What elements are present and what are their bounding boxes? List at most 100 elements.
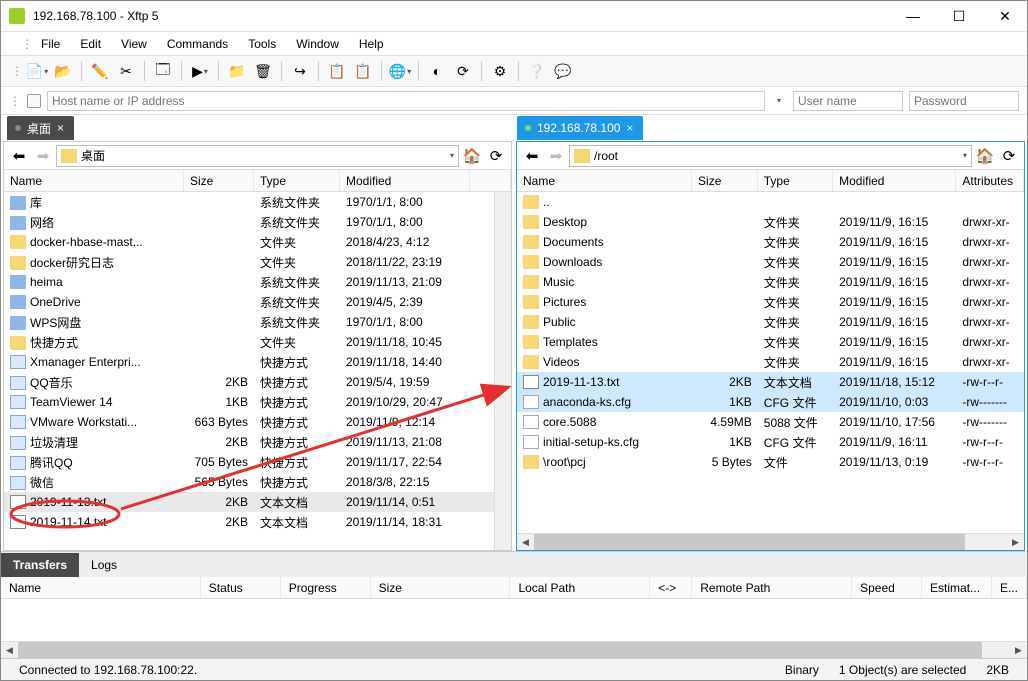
file-row[interactable]: Downloads文件夹2019/11/9, 16:15drwxr-xr- [517,252,1024,272]
file-row[interactable]: 2019-11-14.txt2KB文本文档2019/11/14, 18:31 [4,512,494,532]
file-row[interactable]: 库系统文件夹1970/1/1, 8:00 [4,192,494,212]
tab-close-icon[interactable]: × [57,121,64,135]
menu-file[interactable]: File [33,35,68,53]
col-name[interactable]: Name [1,577,201,598]
scrollbar-horizontal[interactable]: ◀▶ [1,641,1027,658]
file-row[interactable]: docker研究日志文件夹2018/11/22, 23:19 [4,252,494,272]
delete-button[interactable]: 🗑 [251,59,275,83]
file-row[interactable]: 快捷方式文件夹2019/11/18, 10:45 [4,332,494,352]
col-modified[interactable]: Modified [833,170,956,191]
remote-file-list[interactable]: ..Desktop文件夹2019/11/9, 16:15drwxr-xr-Doc… [517,192,1024,533]
tab-remote[interactable]: 192.168.78.100 × [517,116,643,140]
new-session-button[interactable]: 📄 [25,59,49,83]
file-row[interactable]: Xmanager Enterpri...快捷方式2019/11/18, 14:4… [4,352,494,372]
file-row[interactable]: 2019-11-13.txt2KB文本文档2019/11/18, 15:12-r… [517,372,1024,392]
file-row[interactable]: Videos文件夹2019/11/9, 16:15drwxr-xr- [517,352,1024,372]
new-folder-button[interactable]: 📁 [225,59,249,83]
file-row[interactable]: QQ音乐2KB快捷方式2019/5/4, 19:59 [4,372,494,392]
file-row[interactable]: 2019-11-13.txt2KB文本文档2019/11/14, 0:51 [4,492,494,512]
scrollbar-vertical[interactable] [494,192,511,550]
menu-help[interactable]: Help [351,35,392,53]
col-estimate[interactable]: Estimat... [922,577,992,598]
menu-window[interactable]: Window [288,35,347,53]
file-row[interactable]: initial-setup-ks.cfg1KBCFG 文件2019/11/9, … [517,432,1024,452]
file-row[interactable]: Desktop文件夹2019/11/9, 16:15drwxr-xr- [517,212,1024,232]
tab-logs[interactable]: Logs [79,553,129,577]
refresh-button[interactable]: ⟳ [485,145,507,167]
file-row[interactable]: anaconda-ks.cfg1KBCFG 文件2019/11/10, 0:03… [517,392,1024,412]
open-button[interactable]: 📂 [51,59,75,83]
file-row[interactable]: Pictures文件夹2019/11/9, 16:15drwxr-xr- [517,292,1024,312]
file-row[interactable]: 网络系统文件夹1970/1/1, 8:00 [4,212,494,232]
forward-button[interactable]: ➡ [545,145,567,167]
file-row[interactable]: WPS网盘系统文件夹1970/1/1, 8:00 [4,312,494,332]
file-row[interactable]: VMware Workstati...663 Bytes快捷方式2019/11/… [4,412,494,432]
file-row[interactable]: 垃圾清理2KB快捷方式2019/11/13, 21:08 [4,432,494,452]
reconnect-button[interactable]: ✏️ [88,59,112,83]
about-button[interactable]: 💬 [551,59,575,83]
dropdown-icon[interactable]: ▾ [450,151,454,160]
refresh-button[interactable]: ⟳ [998,145,1020,167]
col-remotepath[interactable]: Remote Path [692,577,852,598]
transfers-body[interactable] [1,599,1027,641]
menu-view[interactable]: View [113,35,155,53]
host-input[interactable] [47,91,765,111]
options-button[interactable]: ⚙ [488,59,512,83]
up-button[interactable]: 🏠 [974,145,996,167]
file-row[interactable]: Templates文件夹2019/11/9, 16:15drwxr-xr- [517,332,1024,352]
file-row[interactable]: TeamViewer 141KB快捷方式2019/10/29, 20:47 [4,392,494,412]
file-row[interactable]: .. [517,192,1024,212]
tab-local[interactable]: 桌面 × [7,116,74,140]
file-row[interactable]: heima系统文件夹2019/11/13, 21:09 [4,272,494,292]
paste-button[interactable]: 📋 [351,59,375,83]
sync-button[interactable]: ⟳ [451,59,475,83]
remote-path-box[interactable]: /root ▾ [569,145,972,167]
col-modified[interactable]: Modified [340,170,470,191]
copy-button[interactable]: 📋 [325,59,349,83]
dropdown-icon[interactable]: ▾ [963,151,967,160]
local-path-box[interactable]: 桌面 ▾ [56,145,459,167]
disconnect-button[interactable]: ✂ [114,59,138,83]
menu-edit[interactable]: Edit [72,35,109,53]
back-button[interactable]: ⬅ [8,145,30,167]
file-row[interactable]: core.50884.59MB5088 文件2019/11/10, 17:56-… [517,412,1024,432]
col-name[interactable]: Name [517,170,692,191]
col-type[interactable]: Type [758,170,833,191]
col-elapsed[interactable]: E... [992,577,1027,598]
tab-transfers[interactable]: Transfers [1,553,79,577]
file-row[interactable]: 微信565 Bytes快捷方式2018/3/8, 22:15 [4,472,494,492]
file-row[interactable]: Public文件夹2019/11/9, 16:15drwxr-xr- [517,312,1024,332]
scrollbar-horizontal[interactable]: ◀▶ [517,533,1024,550]
col-size[interactable]: Size [184,170,254,191]
col-attributes[interactable]: Attributes [956,170,1024,191]
file-row[interactable]: docker-hbase-mast...文件夹2018/4/23, 4:12 [4,232,494,252]
minimize-button[interactable]: — [899,8,927,25]
close-button[interactable]: ✕ [991,8,1019,25]
file-row[interactable]: OneDrive系统文件夹2019/4/5, 2:39 [4,292,494,312]
col-speed[interactable]: Speed [852,577,922,598]
transfer-button[interactable]: ▶ [188,59,212,83]
col-localpath[interactable]: Local Path [510,577,650,598]
password-input[interactable] [909,91,1019,111]
maximize-button[interactable]: ☐ [945,8,973,25]
forward-button[interactable]: ➡ [32,145,54,167]
col-progress[interactable]: Progress [281,577,371,598]
refresh-button[interactable]: ↪ [288,59,312,83]
view-mode-button[interactable]: 🌐 [388,59,412,83]
tab-close-icon[interactable]: × [626,121,633,135]
back-button[interactable]: ⬅ [521,145,543,167]
col-type[interactable]: Type [254,170,340,191]
col-name[interactable]: Name [4,170,184,191]
file-row[interactable]: 腾讯QQ705 Bytes快捷方式2019/11/17, 22:54 [4,452,494,472]
col-size[interactable]: Size [371,577,511,598]
menu-tools[interactable]: Tools [240,35,284,53]
col-direction[interactable]: <-> [650,577,692,598]
help-button[interactable]: ❔ [525,59,549,83]
properties-button[interactable]: 🗔 [151,59,175,83]
col-status[interactable]: Status [201,577,281,598]
username-input[interactable] [793,91,903,111]
col-size[interactable]: Size [692,170,758,191]
file-row[interactable]: \root\pcj5 Bytes文件2019/11/13, 0:19-rw-r-… [517,452,1024,472]
terminal-button[interactable]: ◐ [425,59,449,83]
menu-commands[interactable]: Commands [159,35,236,53]
